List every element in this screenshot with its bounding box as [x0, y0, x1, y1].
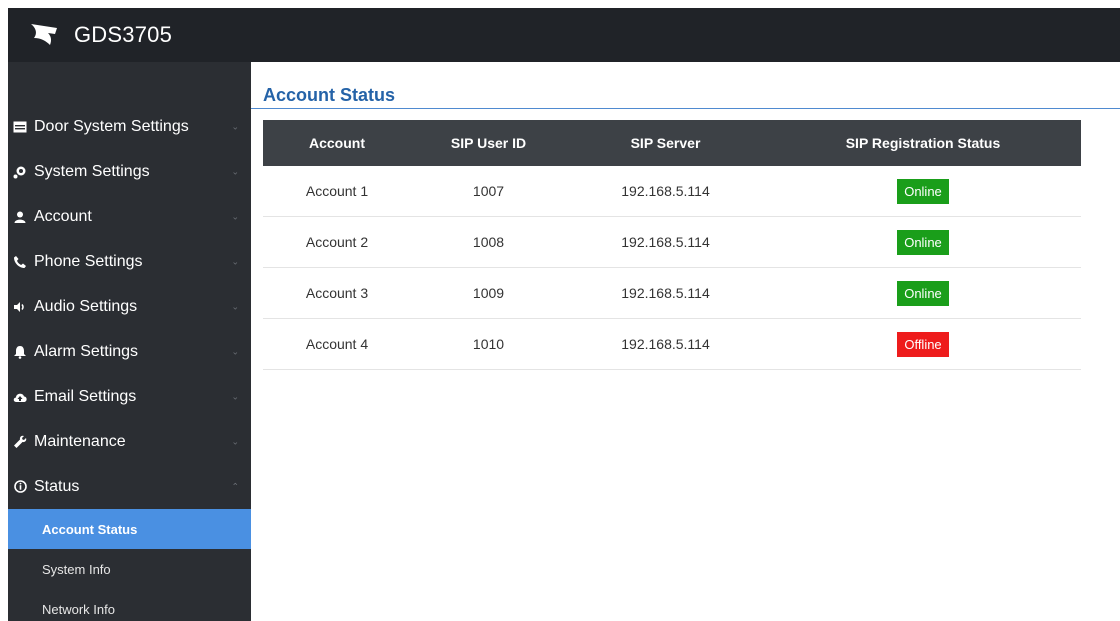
- sidebar-item-system-settings[interactable]: System Settings ⌄: [8, 149, 251, 194]
- status-badge: Online: [897, 280, 949, 306]
- chevron-down-icon: ⌄: [231, 391, 239, 401]
- sidebar-item-phone-settings[interactable]: Phone Settings ⌄: [8, 239, 251, 284]
- column-header-sip-server: SIP Server: [630, 135, 701, 151]
- sidebar-item-status[interactable]: Status ⌃: [8, 464, 251, 509]
- page-title: Account Status: [263, 85, 396, 105]
- sidebar-item-label: Status: [34, 477, 80, 495]
- table-row: Account 1 1007 192.168.5.114 Online: [263, 166, 1081, 217]
- account-status-table: Account SIP User ID SIP Server SIP Regis…: [263, 120, 1081, 370]
- table-header: Account SIP User ID SIP Server SIP Regis…: [263, 120, 1081, 166]
- registration-status-cell: Online: [765, 217, 1081, 267]
- sip-server-cell: 192.168.5.114: [621, 183, 710, 199]
- sip-user-id-cell: 1008: [472, 234, 505, 250]
- sidebar-item-maintenance[interactable]: Maintenance ⌄: [8, 419, 251, 464]
- table-row: Account 2 1008 192.168.5.114 Online: [263, 217, 1081, 268]
- bell-icon: [12, 344, 28, 360]
- sidebar-subitem-label: Network Info: [42, 601, 115, 617]
- user-icon: [12, 209, 28, 225]
- column-header-sip-registration-status: SIP Registration Status: [845, 135, 1001, 151]
- sidebar-item-label: Audio Settings: [34, 297, 138, 315]
- main-content: Account Status Account SIP User ID SIP S…: [251, 62, 1120, 621]
- chevron-down-icon: ⌄: [231, 301, 239, 311]
- table-row: Account 4 1010 192.168.5.114 Offline: [263, 319, 1081, 370]
- table-row: Account 3 1009 192.168.5.114 Online: [263, 268, 1081, 319]
- account-cell: Account 2: [305, 234, 369, 250]
- sidebar-item-email-settings[interactable]: Email Settings ⌄: [8, 374, 251, 419]
- sip-user-id-cell: 1009: [472, 285, 505, 301]
- registration-status-cell: Online: [765, 166, 1081, 216]
- sidebar-item-label: Email Settings: [34, 387, 137, 405]
- chevron-down-icon: ⌄: [231, 436, 239, 446]
- chevron-down-icon: ⌄: [231, 166, 239, 176]
- sidebar-subitem-network-info[interactable]: Network Info: [8, 589, 251, 621]
- product-name: GDS3705: [74, 22, 173, 47]
- sip-server-cell: 192.168.5.114: [621, 336, 710, 352]
- registration-status-cell: Online: [765, 268, 1081, 318]
- sidebar-subitem-label: System Info: [42, 561, 111, 577]
- sidebar-subitem-account-status[interactable]: Account Status: [8, 509, 251, 549]
- title-divider: [251, 108, 1120, 109]
- account-cell: Account 4: [305, 336, 369, 352]
- cloud-upload-icon: [12, 389, 28, 405]
- sidebar-item-account[interactable]: Account ⌄: [8, 194, 251, 239]
- system-settings-icon: [12, 164, 28, 180]
- sidebar-subitem-system-info[interactable]: System Info: [8, 549, 251, 589]
- top-bar: GDS3705: [8, 8, 1120, 62]
- app-window: GDS3705 Door System Settings ⌄ System Se…: [8, 8, 1120, 621]
- sidebar-item-audio-settings[interactable]: Audio Settings ⌄: [8, 284, 251, 329]
- chevron-up-icon: ⌃: [231, 481, 239, 491]
- speaker-icon: [12, 299, 28, 315]
- phone-icon: [12, 254, 28, 270]
- status-badge: Offline: [897, 331, 949, 357]
- info-circle-icon: [12, 479, 28, 495]
- chevron-down-icon: ⌄: [231, 211, 239, 221]
- sidebar-item-alarm-settings[interactable]: Alarm Settings ⌄: [8, 329, 251, 374]
- sip-server-cell: 192.168.5.114: [621, 234, 710, 250]
- account-cell: Account 1: [305, 183, 369, 199]
- sip-server-cell: 192.168.5.114: [621, 285, 710, 301]
- sidebar: Door System Settings ⌄ System Settings ⌄…: [8, 62, 251, 621]
- sidebar-item-label: Alarm Settings: [34, 342, 139, 360]
- sidebar-item-door-system-settings[interactable]: Door System Settings ⌄: [8, 104, 251, 149]
- door-system-icon: [12, 119, 28, 135]
- chevron-down-icon: ⌄: [231, 346, 239, 356]
- sidebar-item-label: System Settings: [34, 162, 150, 180]
- sidebar-item-label: Account: [34, 207, 92, 225]
- status-badge: Online: [897, 229, 949, 255]
- chevron-down-icon: ⌄: [231, 256, 239, 266]
- sip-user-id-cell: 1010: [472, 336, 505, 352]
- grandstream-logo-icon: [31, 24, 57, 45]
- wrench-icon: [12, 434, 28, 450]
- registration-status-cell: Offline: [765, 319, 1081, 369]
- sidebar-subitem-label: Account Status: [42, 521, 138, 537]
- account-cell: Account 3: [305, 285, 369, 301]
- sip-user-id-cell: 1007: [472, 183, 505, 199]
- sidebar-item-label: Maintenance: [34, 432, 126, 450]
- status-badge: Online: [897, 178, 949, 204]
- sidebar-item-label: Phone Settings: [34, 252, 143, 270]
- chevron-down-icon: ⌄: [231, 121, 239, 131]
- column-header-account: Account: [309, 135, 365, 151]
- sidebar-item-label: Door System Settings: [34, 117, 189, 135]
- column-header-sip-user-id: SIP User ID: [450, 135, 527, 151]
